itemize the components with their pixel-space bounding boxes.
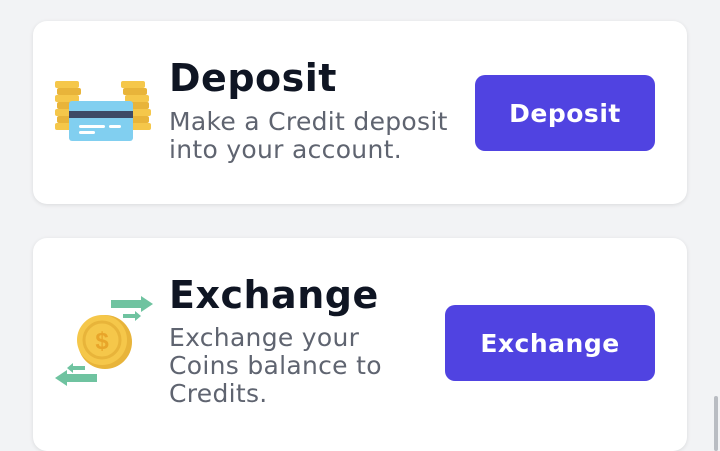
exchange-description: Exchange your Coins balance to Credits. (169, 323, 382, 408)
exchange-title: Exchange (169, 273, 379, 317)
exchange-card: $ Exchange Exchange your Coins balance t… (33, 238, 687, 451)
svg-text:$: $ (95, 328, 109, 355)
coins-credit-card-icon (53, 79, 155, 147)
deposit-card: Deposit Make a Credit deposit into your … (33, 21, 687, 204)
coin-exchange-arrows-icon: $ (53, 294, 155, 396)
scrollbar[interactable] (714, 396, 718, 451)
deposit-description: Make a Credit deposit into your account. (169, 107, 448, 164)
deposit-button[interactable]: Deposit (475, 75, 655, 151)
deposit-title: Deposit (169, 56, 337, 100)
exchange-button[interactable]: Exchange (445, 305, 655, 381)
